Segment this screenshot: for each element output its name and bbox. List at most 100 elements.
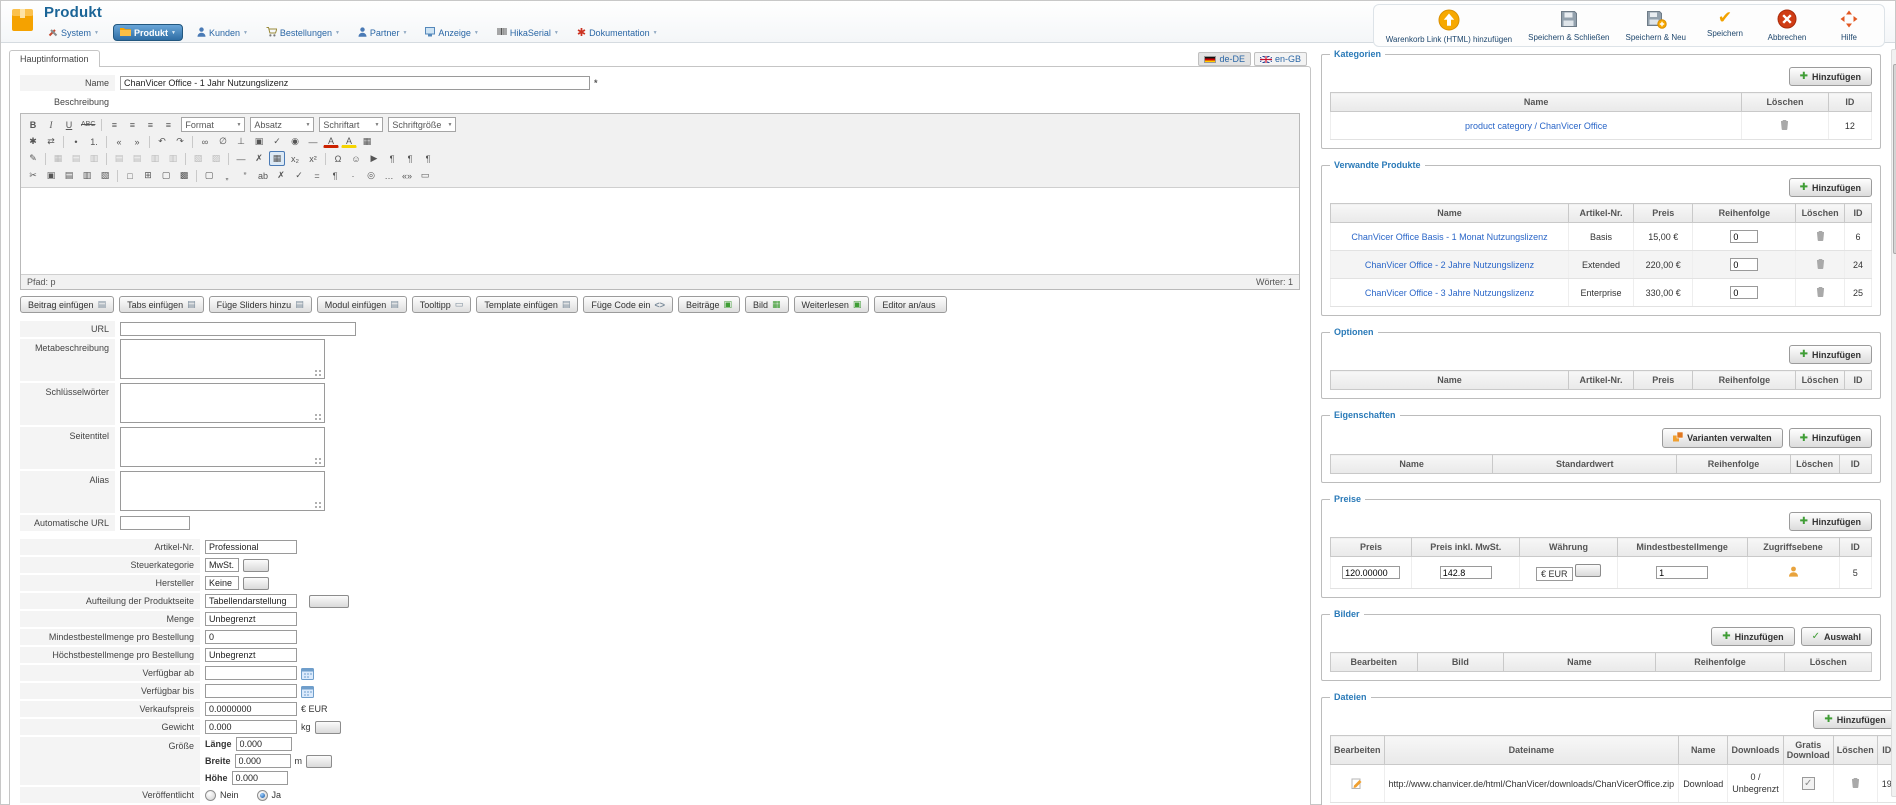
nonbreaking-icon[interactable]: · bbox=[345, 168, 361, 183]
radio-ja[interactable]: Ja bbox=[256, 789, 281, 801]
hersteller-input[interactable] bbox=[205, 576, 239, 590]
laenge-input[interactable] bbox=[235, 737, 292, 751]
verfuegbar-bis-input[interactable] bbox=[205, 684, 297, 698]
hr-icon[interactable]: — bbox=[305, 134, 321, 149]
gewicht-unit-button[interactable] bbox=[314, 720, 341, 734]
align-justify-icon[interactable]: ≡ bbox=[160, 117, 176, 132]
ltr-icon[interactable]: ¶ bbox=[402, 151, 418, 166]
toolbar-button-abbrechen[interactable]: Abbrechen bbox=[1764, 9, 1810, 42]
item-link[interactable]: ChanVicer Office - 3 Jahre Nutzungslizen… bbox=[1365, 288, 1534, 298]
abbr-icon[interactable]: ab bbox=[255, 168, 271, 183]
aufteilung-select-button[interactable] bbox=[309, 594, 349, 608]
cell-input[interactable] bbox=[1730, 258, 1759, 271]
name-input[interactable] bbox=[120, 76, 590, 90]
tablegrid2-icon[interactable]: ▦ bbox=[269, 151, 285, 166]
replace-icon[interactable]: ⇄ bbox=[43, 134, 59, 149]
insert-button-tooltipp[interactable]: Tooltipp ▭ bbox=[411, 296, 472, 313]
cell-input[interactable] bbox=[1656, 566, 1709, 579]
calendar-icon[interactable] bbox=[301, 667, 314, 680]
superscript-icon[interactable]: x² bbox=[305, 151, 321, 166]
italic-icon[interactable]: I bbox=[43, 117, 59, 132]
hinzufügen-button[interactable]: ✚ Hinzufügen bbox=[1788, 428, 1872, 448]
cell-input[interactable] bbox=[1342, 566, 1401, 579]
hinzufügen-button[interactable]: ✚ Hinzufügen bbox=[1788, 67, 1872, 86]
forecolor-icon[interactable]: A bbox=[323, 135, 339, 148]
delete-col-icon[interactable]: ▥ bbox=[165, 151, 181, 166]
editor-select-format[interactable]: Format ▼ bbox=[181, 117, 246, 132]
pagetitle-textarea[interactable] bbox=[120, 427, 325, 467]
rtl-icon[interactable]: ¶ bbox=[420, 151, 436, 166]
copy-icon[interactable]: ▣ bbox=[43, 168, 59, 183]
preview-icon[interactable]: ◎ bbox=[363, 168, 379, 183]
hinzufügen-button[interactable]: ✚ Hinzufügen bbox=[1788, 512, 1872, 531]
radio-nein[interactable]: Nein bbox=[205, 789, 239, 801]
template-icon[interactable]: ▢ bbox=[201, 168, 217, 183]
url-input[interactable] bbox=[120, 322, 356, 336]
tab-hauptinformation[interactable]: Hauptinformation bbox=[9, 50, 100, 67]
backcolor-icon[interactable]: A bbox=[341, 135, 357, 148]
vertical-scrollbar[interactable]: ▲ ▼ bbox=[1891, 49, 1896, 797]
editor-select-schriftgröße[interactable]: Schriftgröße ▼ bbox=[388, 117, 457, 132]
editor-canvas[interactable] bbox=[21, 188, 1299, 274]
scroll-up-arrow[interactable]: ▲ bbox=[1892, 50, 1896, 62]
trash-icon[interactable] bbox=[1851, 777, 1860, 789]
tablegrid-icon[interactable]: ▦ bbox=[359, 134, 375, 149]
insert-button-weiterlesen[interactable]: Weiterlesen ▣ bbox=[793, 296, 870, 313]
menu-item-hikaserial[interactable]: HikaSerial ▼ bbox=[493, 26, 563, 39]
html-edit-icon[interactable]: ✎ bbox=[25, 151, 41, 166]
steuerkategorie-select-button[interactable] bbox=[243, 558, 269, 572]
quote-icon[interactable]: «» bbox=[399, 168, 415, 183]
visualblocks-icon[interactable]: ¶ bbox=[327, 168, 343, 183]
menu-item-system[interactable]: System ▼ bbox=[44, 26, 103, 40]
fullscreen-icon[interactable]: ⊞ bbox=[140, 168, 156, 183]
cell-input[interactable] bbox=[1439, 566, 1492, 579]
hinzufügen-button[interactable]: ✚ Hinzufügen bbox=[1711, 627, 1795, 646]
item-link[interactable]: ChanVicer Office Basis - 1 Monat Nutzung… bbox=[1351, 232, 1547, 242]
cellprops-icon[interactable]: ▥ bbox=[86, 151, 102, 166]
trash-icon[interactable] bbox=[1816, 258, 1825, 269]
del-icon[interactable]: ✗ bbox=[273, 168, 289, 183]
bold-icon[interactable]: B bbox=[25, 117, 41, 132]
link-icon[interactable]: ∞ bbox=[197, 134, 213, 149]
toolbar-button-speichern-&-schließen[interactable]: Speichern & Schließen bbox=[1528, 9, 1610, 42]
emoticons-icon[interactable]: ☺ bbox=[348, 151, 364, 166]
meta-textarea[interactable] bbox=[120, 339, 325, 379]
pastetext-icon[interactable]: ▥ bbox=[79, 168, 95, 183]
iframe-icon[interactable]: ▭ bbox=[417, 168, 433, 183]
align-right-icon[interactable]: ≡ bbox=[142, 117, 158, 132]
newdoc-icon[interactable]: ▢ bbox=[158, 168, 174, 183]
underline-icon[interactable]: U bbox=[61, 117, 77, 132]
layers-icon[interactable]: ▩ bbox=[176, 168, 192, 183]
align-left-icon[interactable]: ≡ bbox=[106, 117, 122, 132]
cell-input[interactable] bbox=[1730, 286, 1759, 299]
numlist-icon[interactable]: 1. bbox=[86, 134, 102, 149]
insert-row-icon[interactable]: ▤ bbox=[111, 151, 127, 166]
minbestell-input[interactable] bbox=[205, 630, 297, 644]
autourl-input[interactable] bbox=[120, 516, 190, 530]
cleanup-icon[interactable]: ✓ bbox=[269, 134, 285, 149]
charmap-icon[interactable]: Ω bbox=[330, 151, 346, 166]
insert-button-füge-sliders-hinzu[interactable]: Füge Sliders hinzu ▤ bbox=[208, 296, 312, 313]
edit-icon[interactable] bbox=[1351, 777, 1363, 789]
toolbar-button-warenkorb-link-html-hinzufügen[interactable]: Warenkorb Link (HTML) hinzufügen bbox=[1386, 9, 1512, 44]
mergecells-icon[interactable]: ▨ bbox=[208, 151, 224, 166]
checkbox-checked[interactable]: ✓ bbox=[1801, 777, 1815, 791]
menge-input[interactable] bbox=[205, 612, 297, 626]
pagebreak-icon[interactable]: ¶ bbox=[384, 151, 400, 166]
editor-select-schriftart[interactable]: Schriftart ▼ bbox=[319, 117, 384, 132]
insert-button-tabs-einfügen[interactable]: Tabs einfügen ▤ bbox=[119, 296, 204, 313]
eraser-icon[interactable]: ✗ bbox=[251, 151, 267, 166]
hoehe-input[interactable] bbox=[231, 771, 288, 785]
cell-input[interactable] bbox=[1730, 230, 1759, 243]
insert-col-icon[interactable]: ▥ bbox=[147, 151, 163, 166]
toolbar-button-speichern[interactable]: ✔ Speichern bbox=[1702, 9, 1748, 39]
menu-item-dokumentation[interactable]: ✱ Dokumentation ▼ bbox=[573, 27, 662, 39]
insert-button-bild[interactable]: Bild ▦ bbox=[745, 296, 789, 313]
lang-tab-de-de[interactable]: de-DE bbox=[1198, 52, 1251, 66]
trash-icon[interactable] bbox=[1816, 230, 1825, 241]
auswahl-button[interactable]: ✓ Auswahl bbox=[1800, 627, 1872, 646]
user-icon[interactable] bbox=[1788, 566, 1799, 577]
hr-line-icon[interactable]: — bbox=[233, 151, 249, 166]
outdent-icon[interactable]: « bbox=[111, 134, 127, 149]
splitcells-icon[interactable]: ▧ bbox=[190, 151, 206, 166]
